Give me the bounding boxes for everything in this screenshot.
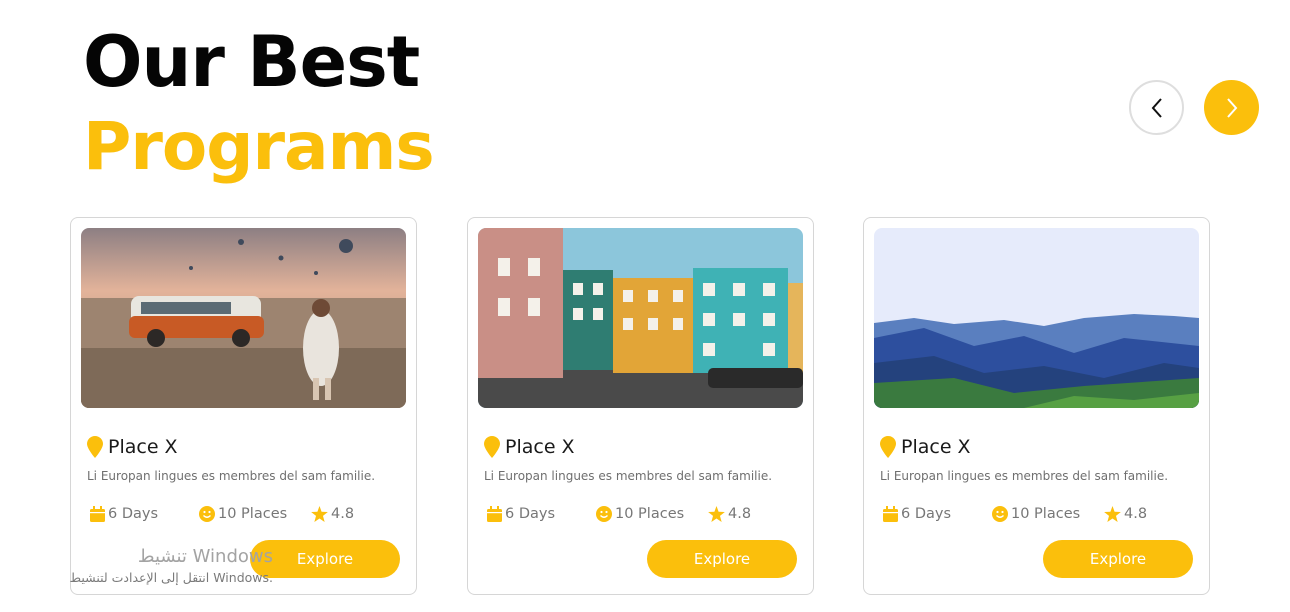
heading-line-1: Our Best	[83, 21, 420, 103]
card-places: 10 Places	[992, 506, 1080, 522]
calendar-icon	[487, 506, 502, 522]
card-places: 10 Places	[596, 506, 684, 522]
card-title-text: Place X	[108, 436, 178, 458]
heading-line-2: Programs	[83, 108, 435, 185]
program-card: Place X Li Europan lingues es membres de…	[467, 217, 814, 595]
smiley-icon	[199, 506, 215, 522]
card-description: Li Europan lingues es membres del sam fa…	[87, 469, 376, 483]
smiley-icon	[992, 506, 1008, 522]
star-icon	[708, 506, 725, 522]
star-icon	[1104, 506, 1121, 522]
card-description: Li Europan lingues es membres del sam fa…	[880, 469, 1169, 483]
card-description: Li Europan lingues es membres del sam fa…	[484, 469, 773, 483]
location-pin-icon	[87, 436, 103, 458]
carousel-prev-button[interactable]	[1129, 80, 1184, 135]
colorful-houses-photo	[478, 228, 803, 408]
chevron-right-icon	[1226, 97, 1237, 118]
location-pin-icon	[880, 436, 896, 458]
calendar-icon	[883, 506, 898, 522]
star-icon	[311, 506, 328, 522]
card-rating: 4.8	[708, 506, 751, 522]
card-duration: 6 Days	[883, 506, 951, 522]
program-card: Place X Li Europan lingues es membres de…	[70, 217, 417, 595]
card-title: Place X	[880, 436, 971, 458]
card-title-text: Place X	[901, 436, 971, 458]
card-duration-text: 6 Days	[108, 506, 159, 522]
card-title: Place X	[87, 436, 178, 458]
card-duration-text: 6 Days	[901, 506, 952, 522]
card-duration-text: 6 Days	[505, 506, 556, 522]
card-places-text: 10 Places	[218, 506, 288, 522]
card-places-text: 10 Places	[615, 506, 685, 522]
card-title-text: Place X	[505, 436, 575, 458]
card-rating-text: 4.8	[1124, 506, 1148, 522]
explore-button[interactable]: Explore	[647, 540, 797, 578]
explore-button[interactable]: Explore	[1043, 540, 1193, 578]
explore-button[interactable]: Explore	[250, 540, 400, 578]
card-title: Place X	[484, 436, 575, 458]
card-rating-text: 4.8	[331, 506, 355, 522]
card-duration: 6 Days	[487, 506, 555, 522]
location-pin-icon	[484, 436, 500, 458]
carousel-next-button[interactable]	[1204, 80, 1259, 135]
calendar-icon	[90, 506, 105, 522]
card-places-text: 10 Places	[1011, 506, 1081, 522]
card-rating-text: 4.8	[728, 506, 752, 522]
program-card: Place X Li Europan lingues es membres de…	[863, 217, 1210, 595]
smiley-icon	[596, 506, 612, 522]
mountains-photo	[874, 228, 1199, 408]
van-balloons-photo	[81, 228, 406, 408]
card-places: 10 Places	[199, 506, 287, 522]
card-duration: 6 Days	[90, 506, 158, 522]
section-heading: Our Best Programs	[83, 21, 435, 192]
card-rating: 4.8	[1104, 506, 1147, 522]
chevron-left-icon	[1151, 97, 1162, 118]
card-rating: 4.8	[311, 506, 354, 522]
